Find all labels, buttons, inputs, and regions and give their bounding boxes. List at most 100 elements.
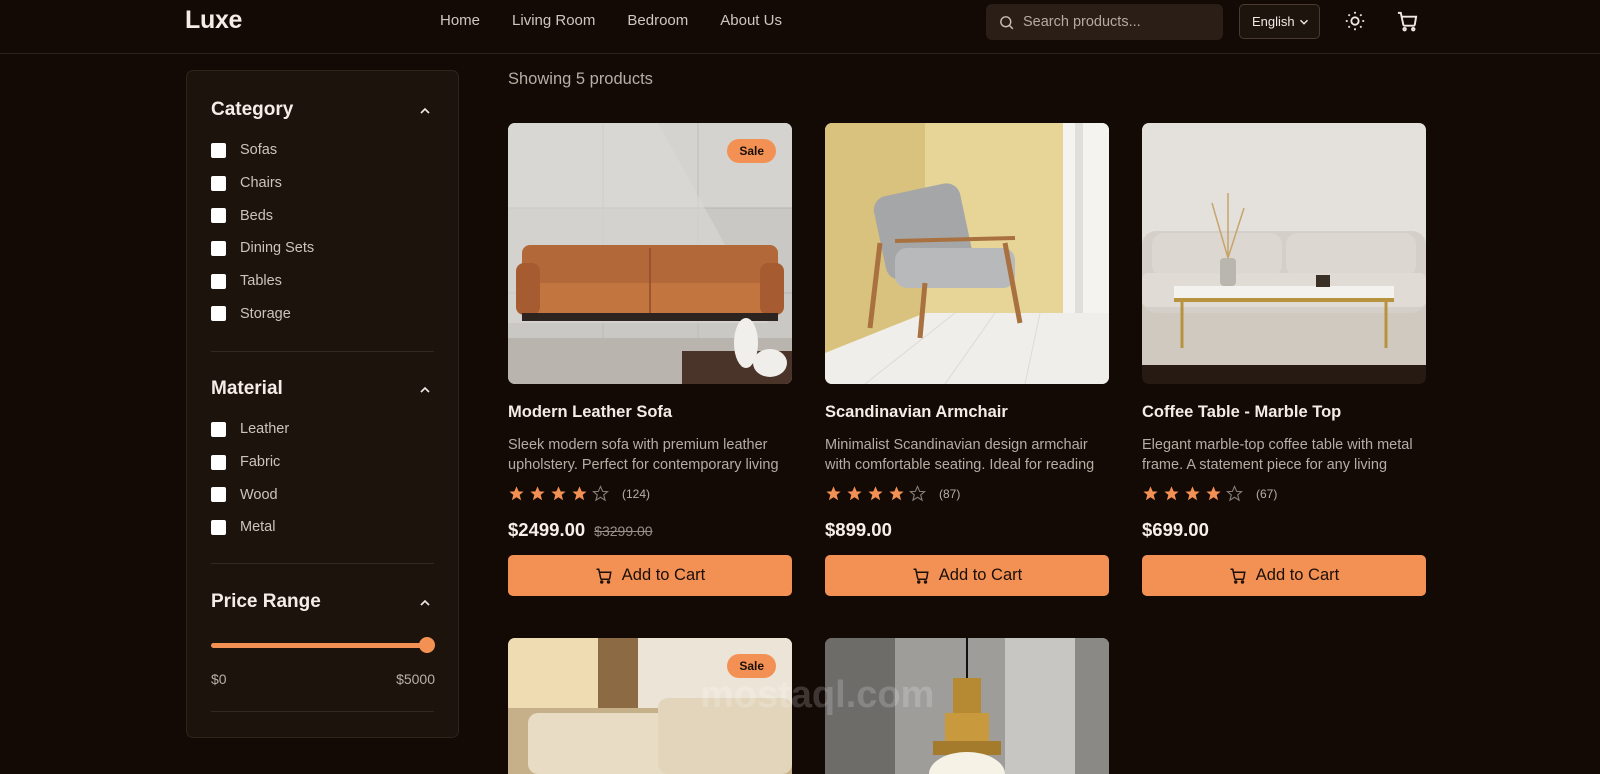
search-box[interactable]	[986, 4, 1223, 40]
checkbox[interactable]	[211, 487, 226, 503]
filter-sidebar: Category Sofas Chairs Beds Dining Sets T…	[186, 70, 459, 738]
star-icon	[826, 486, 841, 501]
review-count: (87)	[939, 486, 961, 501]
product-image[interactable]: Sale	[508, 123, 792, 384]
filter-option-tables[interactable]: Tables	[211, 265, 435, 298]
price-title: Price Range	[211, 591, 321, 612]
filter-option-beds[interactable]: Beds	[211, 199, 435, 232]
checkbox[interactable]	[211, 208, 226, 224]
review-count: (124)	[622, 486, 651, 501]
option-label: Dining Sets	[240, 240, 315, 257]
add-to-cart-button[interactable]: Add to Cart	[825, 555, 1109, 596]
option-label: Sofas	[240, 142, 278, 159]
product-card: Sale Modern Leather Sofa Sleek modern so…	[508, 123, 792, 596]
product-name[interactable]: Scandinavian Armchair	[825, 403, 1109, 422]
original-price: $3299.00	[594, 523, 653, 539]
checkbox[interactable]	[211, 240, 226, 256]
star-rating	[825, 485, 930, 502]
sun-icon[interactable]	[1344, 10, 1366, 32]
chevron-up-icon[interactable]	[417, 595, 433, 611]
current-price: $2499.00	[508, 519, 586, 540]
checkbox[interactable]	[211, 175, 226, 191]
category-filter: Category Sofas Chairs Beds Dining Sets T…	[211, 99, 435, 330]
star-icon	[551, 486, 566, 501]
chevron-up-icon[interactable]	[417, 103, 433, 119]
option-label: Leather	[240, 421, 290, 438]
product-card: Scandinavian Armchair Minimalist Scandin…	[825, 123, 1109, 596]
price-max-label: $5000	[396, 671, 435, 687]
divider	[211, 563, 434, 564]
top-navbar: Luxe Home Living Room Bedroom About Us E…	[0, 0, 1600, 54]
product-image[interactable]	[1142, 123, 1426, 384]
filter-option-storage[interactable]: Storage	[211, 297, 435, 330]
material-filter: Material Leather Fabric Wood Metal	[211, 378, 435, 544]
material-title: Material	[211, 378, 283, 399]
checkbox[interactable]	[211, 454, 226, 470]
star-icon	[1164, 486, 1179, 501]
star-icon	[530, 486, 545, 501]
review-count: (67)	[1256, 486, 1278, 501]
option-label: Storage	[240, 305, 291, 322]
star-rating	[508, 485, 613, 502]
star-icon	[572, 486, 587, 501]
checkbox[interactable]	[211, 306, 226, 322]
checkbox[interactable]	[211, 273, 226, 289]
divider	[211, 711, 434, 712]
star-icon	[1185, 486, 1200, 501]
add-to-cart-label: Add to Cart	[621, 566, 706, 584]
sale-badge: Sale	[727, 139, 776, 163]
filter-option-leather[interactable]: Leather	[211, 413, 435, 446]
product-rating: (87)	[825, 485, 1109, 502]
checkbox[interactable]	[211, 519, 226, 535]
nav-about-us[interactable]: About Us	[720, 12, 782, 29]
cart-icon[interactable]	[1396, 10, 1419, 33]
product-card: Coffee Table - Marble Top Elegant marble…	[1142, 123, 1426, 596]
product-name[interactable]: Modern Leather Sofa	[508, 403, 792, 422]
price-range-track[interactable]	[211, 643, 427, 648]
nav-living-room[interactable]: Living Room	[512, 12, 595, 29]
cart-icon	[596, 568, 612, 584]
language-select[interactable]: English	[1239, 4, 1320, 39]
cart-icon	[913, 568, 929, 584]
filter-option-chairs[interactable]: Chairs	[211, 167, 435, 200]
product-description: Sleek modern sofa with premium leather u…	[508, 437, 779, 473]
filter-option-sofas[interactable]: Sofas	[211, 134, 435, 167]
option-label: Wood	[240, 486, 278, 503]
nav-bedroom[interactable]: Bedroom	[627, 12, 688, 29]
checkbox[interactable]	[211, 421, 226, 437]
armchair-image	[825, 123, 1109, 384]
star-icon	[868, 486, 883, 501]
checkbox[interactable]	[211, 142, 226, 158]
add-to-cart-button[interactable]: Add to Cart	[508, 555, 792, 596]
product-rating: (124)	[508, 485, 792, 502]
watermark: mostaql.com	[700, 674, 935, 716]
star-rating	[1142, 485, 1247, 502]
star-icon	[1206, 486, 1221, 501]
product-price: $699.00	[1142, 519, 1426, 541]
filter-option-fabric[interactable]: Fabric	[211, 446, 435, 479]
price-range-handle[interactable]	[419, 637, 435, 653]
star-icon	[592, 485, 609, 502]
results-summary: Showing 5 products	[508, 70, 653, 88]
chevron-up-icon[interactable]	[417, 382, 433, 398]
nav-home[interactable]: Home	[440, 12, 480, 29]
filter-option-dining-sets[interactable]: Dining Sets	[211, 232, 435, 265]
brand-logo[interactable]: Luxe	[185, 6, 242, 35]
price-min-label: $0	[211, 671, 227, 687]
star-icon	[1226, 485, 1243, 502]
add-to-cart-button[interactable]: Add to Cart	[1142, 555, 1426, 596]
star-icon	[509, 486, 524, 501]
current-price: $699.00	[1142, 519, 1209, 540]
product-name[interactable]: Coffee Table - Marble Top	[1142, 403, 1426, 422]
divider	[211, 351, 434, 352]
product-price: $899.00	[825, 519, 1109, 541]
language-selected: English	[1252, 14, 1295, 29]
filter-option-metal[interactable]: Metal	[211, 511, 435, 544]
option-label: Tables	[240, 273, 282, 290]
filter-option-wood[interactable]: Wood	[211, 478, 435, 511]
add-to-cart-label: Add to Cart	[938, 566, 1023, 584]
category-title: Category	[211, 99, 294, 120]
product-image[interactable]	[825, 123, 1109, 384]
search-input[interactable]	[1023, 14, 1203, 30]
star-icon	[909, 485, 926, 502]
